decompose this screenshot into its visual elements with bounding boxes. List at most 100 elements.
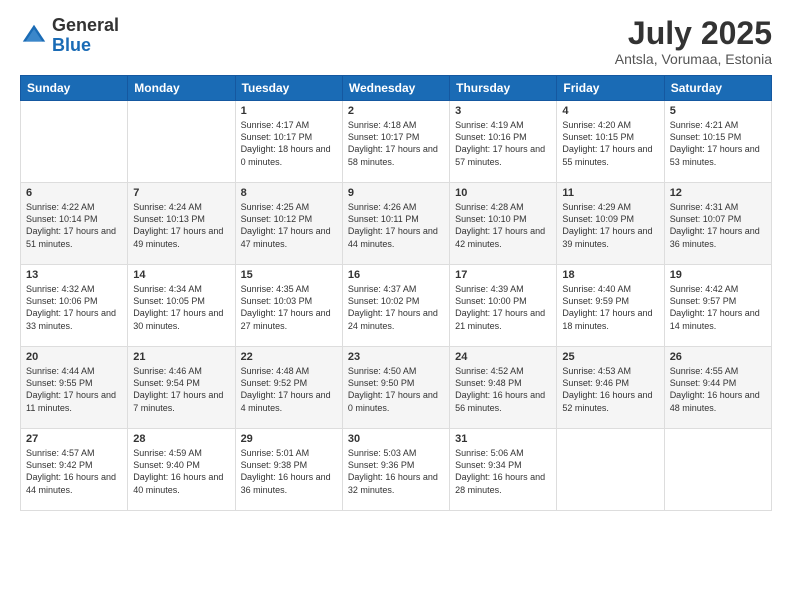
day-info: Sunrise: 4:26 AM Sunset: 10:11 PM Daylig…	[348, 201, 444, 250]
day-info: Sunrise: 4:44 AM Sunset: 9:55 PM Dayligh…	[26, 365, 122, 414]
calendar-cell	[664, 429, 771, 511]
day-number: 14	[133, 269, 229, 281]
calendar-cell: 1 Sunrise: 4:17 AM Sunset: 10:17 PM Dayli…	[235, 101, 342, 183]
day-info: Sunrise: 4:29 AM Sunset: 10:09 PM Daylig…	[562, 201, 658, 250]
calendar-header-wednesday: Wednesday	[342, 76, 449, 101]
day-info: Sunrise: 4:32 AM Sunset: 10:06 PM Daylig…	[26, 283, 122, 332]
day-info: Sunrise: 4:35 AM Sunset: 10:03 PM Daylig…	[241, 283, 337, 332]
day-number: 13	[26, 269, 122, 281]
day-info: Sunrise: 4:37 AM Sunset: 10:02 PM Daylig…	[348, 283, 444, 332]
calendar-cell: 14 Sunrise: 4:34 AM Sunset: 10:05 PM Dayl…	[128, 265, 235, 347]
day-info: Sunrise: 4:31 AM Sunset: 10:07 PM Daylig…	[670, 201, 766, 250]
day-info: Sunrise: 4:17 AM Sunset: 10:17 PM Daylig…	[241, 119, 337, 168]
calendar-cell: 10Sunrise: 4:28 AM Sunset: 10:10 PM Dayl…	[450, 183, 557, 265]
calendar-cell: 23 Sunrise: 4:50 AM Sunset: 9:50 PM Dayli…	[342, 347, 449, 429]
calendar-header-monday: Monday	[128, 76, 235, 101]
header: General Blue July 2025 Antsla, Vorumaa, …	[20, 16, 772, 67]
calendar-cell: 16 Sunrise: 4:37 AM Sunset: 10:02 PM Dayl…	[342, 265, 449, 347]
day-info: Sunrise: 4:34 AM Sunset: 10:05 PM Daylig…	[133, 283, 229, 332]
calendar-cell: 27 Sunrise: 4:57 AM Sunset: 9:42 PM Dayli…	[21, 429, 128, 511]
day-number: 29	[241, 433, 337, 445]
day-number: 24	[455, 351, 551, 363]
day-number: 7	[133, 187, 229, 199]
day-info: Sunrise: 4:50 AM Sunset: 9:50 PM Dayligh…	[348, 365, 444, 414]
logo-icon	[20, 22, 48, 50]
calendar-cell	[557, 429, 664, 511]
main-title: July 2025	[615, 16, 772, 51]
day-number: 18	[562, 269, 658, 281]
calendar-cell: 21Sunrise: 4:46 AM Sunset: 9:54 PM Dayli…	[128, 347, 235, 429]
calendar-table: SundayMondayTuesdayWednesdayThursdayFrid…	[20, 75, 772, 511]
day-number: 9	[348, 187, 444, 199]
day-info: Sunrise: 5:06 AM Sunset: 9:34 PM Dayligh…	[455, 447, 551, 496]
day-info: Sunrise: 4:57 AM Sunset: 9:42 PM Dayligh…	[26, 447, 122, 496]
calendar-cell: 29 Sunrise: 5:01 AM Sunset: 9:38 PM Dayli…	[235, 429, 342, 511]
day-info: Sunrise: 4:18 AM Sunset: 10:17 PM Daylig…	[348, 119, 444, 168]
day-number: 26	[670, 351, 766, 363]
calendar-cell: 7Sunrise: 4:24 AM Sunset: 10:13 PM Dayli…	[128, 183, 235, 265]
calendar-week-5: 27 Sunrise: 4:57 AM Sunset: 9:42 PM Dayli…	[21, 429, 772, 511]
day-info: Sunrise: 4:55 AM Sunset: 9:44 PM Dayligh…	[670, 365, 766, 414]
day-info: Sunrise: 4:52 AM Sunset: 9:48 PM Dayligh…	[455, 365, 551, 414]
calendar-cell	[128, 101, 235, 183]
day-number: 16	[348, 269, 444, 281]
day-number: 1	[241, 105, 337, 117]
calendar-cell: 4Sunrise: 4:20 AM Sunset: 10:15 PM Dayli…	[557, 101, 664, 183]
day-number: 11	[562, 187, 658, 199]
day-number: 10	[455, 187, 551, 199]
day-info: Sunrise: 4:25 AM Sunset: 10:12 PM Daylig…	[241, 201, 337, 250]
calendar-cell: 31 Sunrise: 5:06 AM Sunset: 9:34 PM Dayli…	[450, 429, 557, 511]
title-block: July 2025 Antsla, Vorumaa, Estonia	[615, 16, 772, 67]
calendar-week-1: 1 Sunrise: 4:17 AM Sunset: 10:17 PM Dayli…	[21, 101, 772, 183]
calendar-cell: 13 Sunrise: 4:32 AM Sunset: 10:06 PM Dayl…	[21, 265, 128, 347]
calendar-week-4: 20 Sunrise: 4:44 AM Sunset: 9:55 PM Dayli…	[21, 347, 772, 429]
day-info: Sunrise: 4:21 AM Sunset: 10:15 PM Daylig…	[670, 119, 766, 168]
calendar-cell	[21, 101, 128, 183]
day-number: 19	[670, 269, 766, 281]
calendar-cell: 28 Sunrise: 4:59 AM Sunset: 9:40 PM Dayli…	[128, 429, 235, 511]
calendar-header-friday: Friday	[557, 76, 664, 101]
calendar-cell: 18Sunrise: 4:40 AM Sunset: 9:59 PM Dayli…	[557, 265, 664, 347]
day-number: 17	[455, 269, 551, 281]
calendar-header-sunday: Sunday	[21, 76, 128, 101]
calendar-cell: 9 Sunrise: 4:26 AM Sunset: 10:11 PM Dayli…	[342, 183, 449, 265]
calendar-week-2: 6Sunrise: 4:22 AM Sunset: 10:14 PM Dayli…	[21, 183, 772, 265]
logo-text: General Blue	[52, 16, 119, 56]
calendar-header-saturday: Saturday	[664, 76, 771, 101]
day-info: Sunrise: 5:01 AM Sunset: 9:38 PM Dayligh…	[241, 447, 337, 496]
calendar-cell: 8 Sunrise: 4:25 AM Sunset: 10:12 PM Dayli…	[235, 183, 342, 265]
calendar-week-3: 13 Sunrise: 4:32 AM Sunset: 10:06 PM Dayl…	[21, 265, 772, 347]
day-info: Sunrise: 4:48 AM Sunset: 9:52 PM Dayligh…	[241, 365, 337, 414]
day-number: 28	[133, 433, 229, 445]
day-number: 20	[26, 351, 122, 363]
day-number: 25	[562, 351, 658, 363]
calendar-cell: 24 Sunrise: 4:52 AM Sunset: 9:48 PM Dayli…	[450, 347, 557, 429]
calendar-cell: 2 Sunrise: 4:18 AM Sunset: 10:17 PM Dayli…	[342, 101, 449, 183]
day-number: 5	[670, 105, 766, 117]
day-info: Sunrise: 4:59 AM Sunset: 9:40 PM Dayligh…	[133, 447, 229, 496]
day-number: 2	[348, 105, 444, 117]
calendar-header-tuesday: Tuesday	[235, 76, 342, 101]
calendar-cell: 12 Sunrise: 4:31 AM Sunset: 10:07 PM Dayl…	[664, 183, 771, 265]
calendar-cell: 11 Sunrise: 4:29 AM Sunset: 10:09 PM Dayl…	[557, 183, 664, 265]
day-number: 6	[26, 187, 122, 199]
day-number: 12	[670, 187, 766, 199]
day-info: Sunrise: 4:53 AM Sunset: 9:46 PM Dayligh…	[562, 365, 658, 414]
day-info: Sunrise: 4:42 AM Sunset: 9:57 PM Dayligh…	[670, 283, 766, 332]
logo: General Blue	[20, 16, 119, 56]
day-number: 30	[348, 433, 444, 445]
day-number: 27	[26, 433, 122, 445]
day-number: 31	[455, 433, 551, 445]
day-number: 23	[348, 351, 444, 363]
calendar-cell: 30Sunrise: 5:03 AM Sunset: 9:36 PM Dayli…	[342, 429, 449, 511]
day-number: 21	[133, 351, 229, 363]
day-number: 3	[455, 105, 551, 117]
calendar-cell: 22Sunrise: 4:48 AM Sunset: 9:52 PM Dayli…	[235, 347, 342, 429]
calendar-cell: 19 Sunrise: 4:42 AM Sunset: 9:57 PM Dayli…	[664, 265, 771, 347]
subtitle: Antsla, Vorumaa, Estonia	[615, 51, 772, 67]
calendar-cell: 26 Sunrise: 4:55 AM Sunset: 9:44 PM Dayli…	[664, 347, 771, 429]
calendar-cell: 15Sunrise: 4:35 AM Sunset: 10:03 PM Dayl…	[235, 265, 342, 347]
day-number: 4	[562, 105, 658, 117]
calendar-cell: 3Sunrise: 4:19 AM Sunset: 10:16 PM Dayli…	[450, 101, 557, 183]
day-number: 8	[241, 187, 337, 199]
